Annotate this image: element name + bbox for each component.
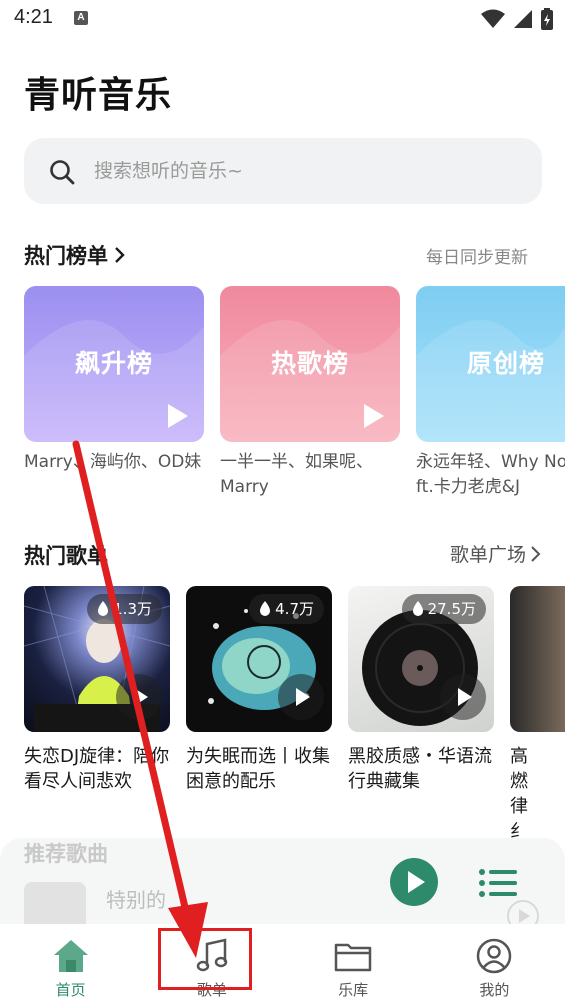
- daily-update-text: 每日同步更新: [426, 248, 528, 268]
- hot-charts-header: 热门榜单 每日同步更新: [24, 240, 542, 270]
- chart-card-original[interactable]: 原创榜: [416, 286, 565, 442]
- recommended-title: 推荐歌曲: [24, 842, 108, 866]
- chart-card-desc: 一半一半、如果呢、Marry: [220, 452, 373, 497]
- playlist-card[interactable]: [510, 586, 565, 732]
- notification-icon: A: [74, 11, 88, 25]
- nav-item-home[interactable]: 首页: [0, 924, 141, 1004]
- signal-icon: [514, 10, 532, 28]
- home-icon: [53, 940, 88, 972]
- chart-card-label: 热歌榜: [270, 349, 349, 378]
- playlist-name: 为失眠而选丨收集困意的配乐: [186, 746, 330, 792]
- hot-charts-title-text: 热门榜单: [24, 244, 108, 268]
- play-count-badge: 1.3万: [87, 594, 162, 624]
- chart-card-label: 原创榜: [466, 349, 545, 378]
- status-bar: 4:21 A: [0, 0, 565, 40]
- playlist-card[interactable]: 1.3万: [24, 586, 170, 732]
- playlist-name: 高燃律纟: [510, 746, 528, 842]
- play-count-text: 1.3万: [113, 600, 152, 618]
- chart-card-rising[interactable]: 飙升榜: [24, 286, 204, 442]
- hot-playlists-header: 热门歌单 歌单广场: [24, 540, 542, 570]
- status-time: 4:21: [14, 6, 53, 28]
- play-button[interactable]: [116, 674, 162, 720]
- chart-card-hot[interactable]: 热歌榜: [220, 286, 400, 442]
- playlist-square-text: 歌单广场: [449, 544, 526, 566]
- nav-item-library[interactable]: 乐库: [283, 924, 424, 1004]
- fire-icon: [412, 601, 423, 616]
- status-icons: [481, 8, 553, 30]
- search-input[interactable]: [94, 138, 514, 204]
- fire-icon: [260, 601, 271, 616]
- search-bar[interactable]: [24, 138, 542, 204]
- play-count-text: 4.7万: [275, 600, 314, 618]
- battery-icon: [541, 8, 553, 30]
- play-count-badge: 27.5万: [401, 594, 486, 624]
- playlist-icon[interactable]: [478, 868, 518, 898]
- play-count-badge: 4.7万: [249, 594, 324, 624]
- hot-playlists-title: 热门歌单: [24, 544, 108, 568]
- play-icon: [364, 404, 384, 428]
- play-button[interactable]: [278, 674, 324, 720]
- wifi-icon: [481, 9, 505, 28]
- playlist-square-link[interactable]: 歌单广场: [450, 540, 542, 567]
- chart-card-label: 飙升榜: [74, 349, 153, 378]
- chevron-right-icon: [531, 545, 541, 562]
- chart-card-desc: Marry、海屿你、OD妹: [24, 452, 202, 472]
- play-button[interactable]: [440, 674, 486, 720]
- nav-label: 我的: [479, 981, 510, 999]
- nav-label: 乐库: [338, 981, 369, 999]
- nav-item-profile[interactable]: 我的: [424, 924, 565, 1004]
- play-count-text: 27.5万: [427, 600, 476, 618]
- fire-icon: [98, 601, 109, 616]
- search-icon: [50, 160, 75, 185]
- play-button[interactable]: [390, 858, 438, 906]
- mini-player[interactable]: 推荐歌曲 特别的: [0, 838, 565, 938]
- playlist-card[interactable]: 4.7万: [186, 586, 332, 732]
- playlist-name: 黑胶质感・华语流行典藏集: [348, 746, 492, 792]
- annotation-highlight-box: [158, 928, 252, 990]
- play-icon: [168, 404, 188, 428]
- bottom-nav: 首页 歌单 乐库 我的: [0, 924, 565, 1004]
- user-icon: [477, 938, 512, 974]
- playlist-name: 失恋DJ旋律：陪你看尽人间悲欢: [24, 746, 170, 792]
- mini-player-song: 特别的: [106, 888, 166, 912]
- folder-icon: [334, 943, 372, 972]
- chevron-right-icon: [115, 247, 125, 263]
- hot-charts-title[interactable]: 热门榜单: [24, 240, 126, 270]
- chart-card-desc: 永远年轻、Why Not ft.卡力老虎&J: [416, 450, 565, 500]
- chart-card-desc-text: 永远年轻、Why Not ft.卡力老虎&J: [416, 452, 565, 497]
- app-title: 青听音乐: [24, 75, 173, 116]
- nav-label: 首页: [55, 981, 86, 999]
- playlist-card[interactable]: 27.5万: [348, 586, 494, 732]
